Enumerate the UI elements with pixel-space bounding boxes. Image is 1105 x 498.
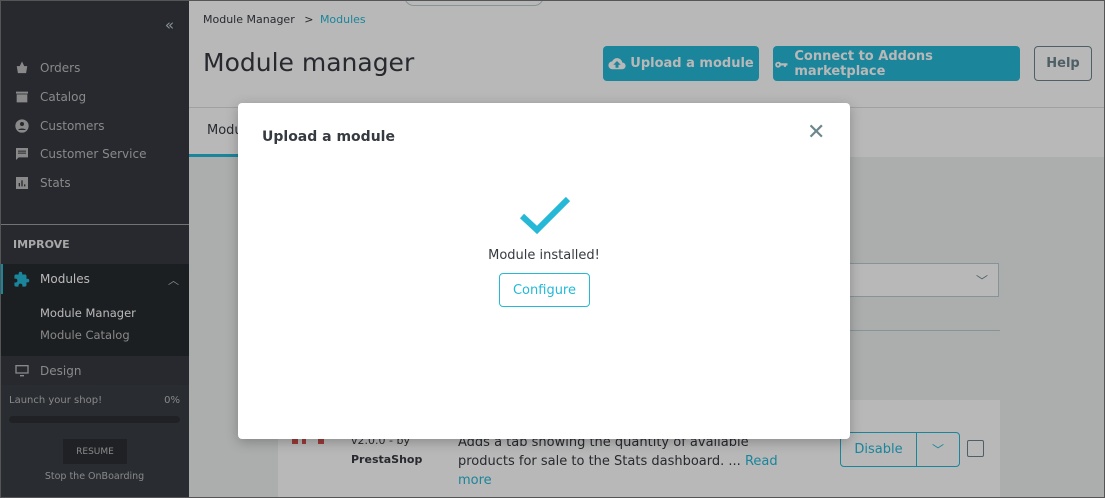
modal-title: Upload a module xyxy=(262,129,395,145)
close-icon[interactable]: ✕ xyxy=(807,120,825,145)
checkmark-icon xyxy=(519,196,571,235)
install-success-message: Module installed! xyxy=(488,248,600,263)
upload-module-modal: Upload a module ✕ Module installed! Conf… xyxy=(238,103,850,439)
configure-button[interactable]: Configure xyxy=(499,273,590,307)
